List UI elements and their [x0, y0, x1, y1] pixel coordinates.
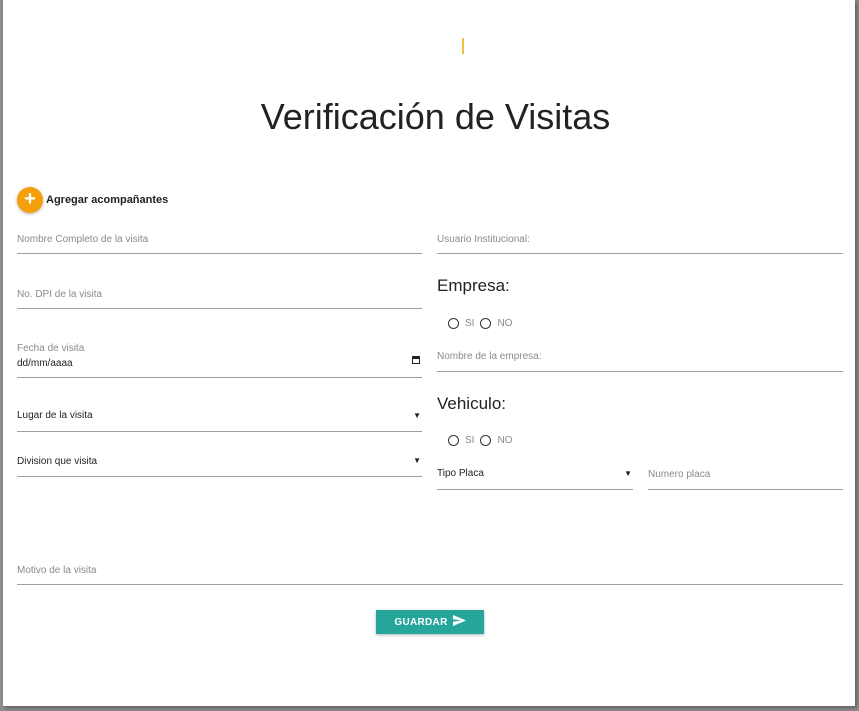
plus-icon: + — [24, 188, 36, 210]
page-title: Verificación de Visitas — [260, 96, 611, 137]
empresa-no-label: NO — [497, 318, 513, 329]
save-button-label: GUARDAR — [394, 616, 448, 628]
usuario-institucional-field[interactable]: Usuario Institucional: — [437, 228, 843, 254]
dpi-placeholder: No. DPI de la visita — [17, 289, 103, 300]
nombre-completo-field[interactable]: Nombre Completo de la visita — [17, 228, 422, 254]
vehiculo-heading: Vehiculo: — [437, 394, 506, 413]
vehiculo-radio-group: SI NO — [448, 435, 518, 446]
vehiculo-si-radio[interactable] — [448, 435, 459, 446]
motivo-visita-placeholder: Motivo de la visita — [17, 565, 97, 576]
numero-placa-field[interactable]: Numero placa — [648, 462, 843, 490]
vehiculo-no-label: NO — [497, 435, 513, 446]
nombre-empresa-field[interactable]: Nombre de la empresa: — [437, 345, 843, 372]
chevron-down-icon: ▼ — [413, 456, 421, 465]
fecha-visita-value: dd/mm/aaaa — [17, 358, 73, 369]
fecha-visita-field[interactable]: Fecha de visita dd/mm/aaaa — [17, 340, 422, 378]
division-selected: Division que visita — [17, 456, 98, 467]
chevron-down-icon: ▼ — [624, 469, 632, 478]
save-button[interactable]: GUARDAR — [376, 610, 484, 634]
usuario-institucional-placeholder: Usuario Institucional: — [437, 234, 530, 245]
numero-placa-placeholder: Numero placa — [648, 469, 711, 480]
dpi-field[interactable]: No. DPI de la visita — [17, 282, 422, 309]
empresa-si-radio[interactable] — [448, 318, 459, 329]
vehiculo-si-label: SI — [465, 435, 475, 446]
logo-mark — [462, 38, 464, 54]
tipo-placa-selected: Tipo Placa — [437, 468, 484, 479]
calendar-icon[interactable] — [412, 356, 420, 364]
empresa-no-radio[interactable] — [480, 318, 492, 329]
add-companions-button[interactable]: + — [17, 187, 43, 213]
vehiculo-no-radio[interactable] — [480, 435, 492, 446]
fecha-visita-label: Fecha de visita — [17, 343, 85, 354]
division-select[interactable]: Division que visita ▼ — [17, 449, 422, 477]
empresa-si-label: SI — [465, 318, 475, 329]
empresa-heading: Empresa: — [437, 276, 510, 295]
lugar-visita-select[interactable]: Lugar de la visita ▼ — [17, 404, 422, 432]
add-companions-label[interactable]: Agregar acompañantes — [46, 194, 168, 206]
nombre-completo-placeholder: Nombre Completo de la visita — [17, 234, 149, 245]
nombre-empresa-placeholder: Nombre de la empresa: — [437, 351, 542, 362]
lugar-visita-selected: Lugar de la visita — [17, 410, 93, 421]
form-card: Verificación de Visitas + Agregar acompa… — [3, 0, 855, 706]
empresa-radio-group: SI NO — [448, 318, 518, 329]
motivo-visita-field[interactable]: Motivo de la visita — [17, 559, 843, 585]
tipo-placa-select[interactable]: Tipo Placa ▼ — [437, 462, 633, 490]
chevron-down-icon: ▼ — [413, 411, 421, 420]
send-icon — [452, 615, 466, 629]
